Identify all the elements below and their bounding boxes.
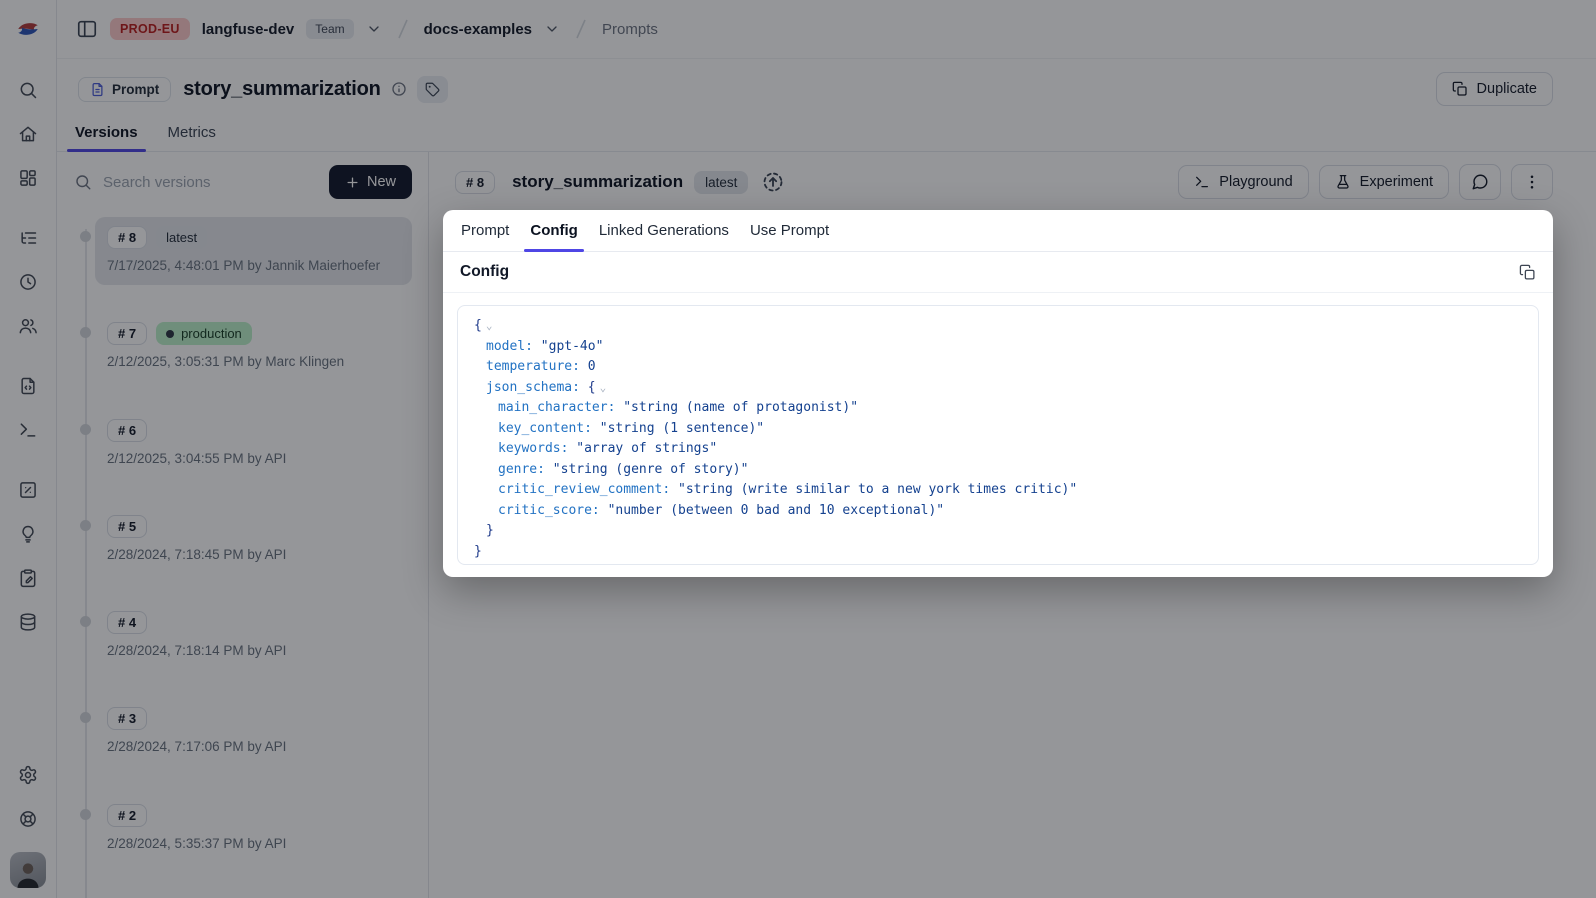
json-line: key_content: "string (1 sentence)" bbox=[464, 419, 1532, 440]
json-brace: { bbox=[474, 318, 482, 333]
collapse-chevron-icon[interactable]: ⌄ bbox=[486, 319, 493, 332]
json-line: model: "gpt-4o" bbox=[464, 337, 1532, 358]
config-section-title: Config bbox=[460, 263, 509, 281]
collapse-chevron-icon[interactable]: ⌄ bbox=[600, 381, 607, 394]
json-line: genre: "string (genre of story)" bbox=[464, 460, 1532, 481]
detail-tab-linked-generations[interactable]: Linked Generations bbox=[597, 210, 731, 251]
json-value: "array of strings" bbox=[576, 441, 717, 456]
json-value: "string (1 sentence)" bbox=[600, 421, 764, 436]
json-line: } bbox=[464, 521, 1532, 542]
json-brace: { bbox=[588, 380, 596, 395]
json-key: keywords: bbox=[498, 441, 568, 456]
json-key: critic_score: bbox=[498, 503, 600, 518]
json-line: main_character: "string (name of protago… bbox=[464, 398, 1532, 419]
json-value: "string (name of protagonist)" bbox=[623, 400, 858, 415]
json-key: temperature: bbox=[486, 359, 580, 374]
json-value: 0 bbox=[588, 359, 596, 374]
json-value: "string (genre of story)" bbox=[553, 462, 749, 477]
detail-tab-use-prompt[interactable]: Use Prompt bbox=[748, 210, 831, 251]
json-key: key_content: bbox=[498, 421, 592, 436]
copy-config-button[interactable] bbox=[1519, 264, 1536, 281]
config-json-viewer: {⌄model: "gpt-4o"temperature: 0json_sche… bbox=[443, 293, 1553, 577]
json-key: critic_review_comment: bbox=[498, 482, 670, 497]
app-root: PROD-EU langfuse-dev Team docs-examples … bbox=[0, 0, 1596, 898]
json-value: "string (write similar to a new york tim… bbox=[678, 482, 1077, 497]
json-brace: } bbox=[474, 544, 482, 559]
json-line: json_schema: { ⌄ bbox=[464, 378, 1532, 399]
detail-tab-config[interactable]: Config bbox=[528, 210, 579, 251]
json-line: keywords: "array of strings" bbox=[464, 439, 1532, 460]
json-key: genre: bbox=[498, 462, 545, 477]
config-json-code: {⌄model: "gpt-4o"temperature: 0json_sche… bbox=[457, 305, 1539, 565]
json-key: json_schema: bbox=[486, 380, 580, 395]
json-brace: } bbox=[486, 523, 494, 538]
detail-tab-prompt[interactable]: Prompt bbox=[459, 210, 511, 251]
json-key: main_character: bbox=[498, 400, 615, 415]
json-line: {⌄ bbox=[464, 316, 1532, 337]
detail-tabs: Prompt Config Linked Generations Use Prompt bbox=[443, 210, 1553, 252]
json-line: critic_review_comment: "string (write si… bbox=[464, 480, 1532, 501]
json-key: model: bbox=[486, 339, 533, 354]
prompt-detail-card: Prompt Config Linked Generations Use Prompt… bbox=[443, 210, 1553, 577]
json-value: "gpt-4o" bbox=[541, 339, 604, 354]
json-value: "number (between 0 bad and 10 exceptiona… bbox=[608, 503, 945, 518]
json-line: critic_score: "number (between 0 bad and… bbox=[464, 501, 1532, 522]
config-section-header: Config bbox=[443, 252, 1553, 293]
json-line: } bbox=[464, 542, 1532, 563]
json-line: temperature: 0 bbox=[464, 357, 1532, 378]
